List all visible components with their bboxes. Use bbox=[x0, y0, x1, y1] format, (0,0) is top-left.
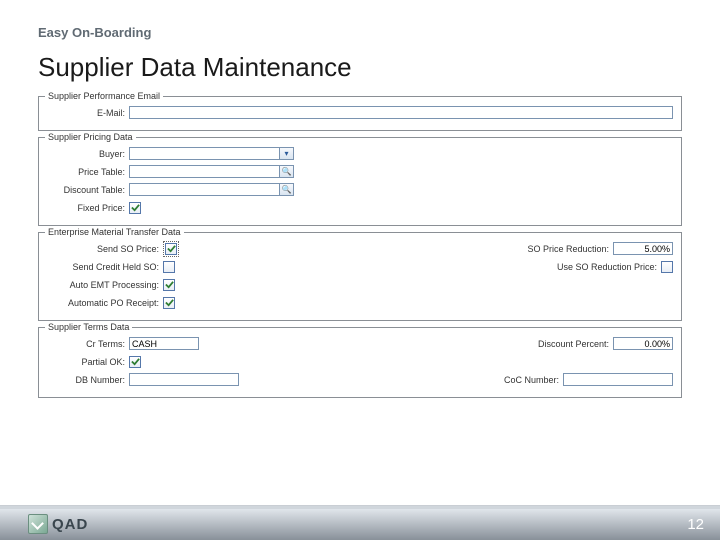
cr-terms-field[interactable] bbox=[129, 337, 199, 350]
page-number: 12 bbox=[687, 516, 704, 533]
buyer-field[interactable] bbox=[129, 147, 279, 160]
legend-emt: Enterprise Material Transfer Data bbox=[45, 227, 184, 237]
use-so-reduction-checkbox[interactable] bbox=[661, 261, 673, 273]
fieldset-supplier-pricing: Supplier Pricing Data Buyer: ▾ Price Tab… bbox=[38, 137, 682, 226]
discount-table-field[interactable] bbox=[129, 183, 279, 196]
label-so-price-reduction: SO Price Reduction: bbox=[527, 244, 613, 254]
form-area: Supplier Performance Email E-Mail: Suppl… bbox=[38, 96, 682, 404]
auto-po-receipt-checkbox[interactable] bbox=[163, 297, 175, 309]
fieldset-supplier-terms: Supplier Terms Data Cr Terms: Partial OK… bbox=[38, 327, 682, 398]
discount-table-lookup-button[interactable]: 🔍 bbox=[279, 183, 294, 196]
label-coc-number: CoC Number: bbox=[504, 375, 563, 385]
check-icon bbox=[165, 298, 174, 307]
slide-footer: QAD 12 bbox=[0, 505, 720, 540]
email-field[interactable] bbox=[129, 106, 673, 119]
label-buyer: Buyer: bbox=[47, 149, 129, 159]
label-send-credit-held-so: Send Credit Held SO: bbox=[47, 262, 163, 272]
focus-ring bbox=[163, 241, 179, 257]
fieldset-emt-data: Enterprise Material Transfer Data Send S… bbox=[38, 232, 682, 321]
fixed-price-checkbox[interactable] bbox=[129, 202, 141, 214]
so-price-reduction-field[interactable] bbox=[613, 242, 673, 255]
label-cr-terms: Cr Terms: bbox=[47, 339, 129, 349]
price-table-lookup-button[interactable]: 🔍 bbox=[279, 165, 294, 178]
send-credit-held-so-checkbox[interactable] bbox=[163, 261, 175, 273]
legend-pricing: Supplier Pricing Data bbox=[45, 132, 136, 142]
chevron-down-icon: ▾ bbox=[284, 149, 288, 158]
label-send-so-price: Send SO Price: bbox=[47, 244, 163, 254]
db-number-field[interactable] bbox=[129, 373, 239, 386]
buyer-dropdown-button[interactable]: ▾ bbox=[279, 147, 294, 160]
label-discount-percent: Discount Percent: bbox=[538, 339, 613, 349]
kicker-text: Easy On-Boarding bbox=[38, 25, 151, 40]
search-icon: 🔍 bbox=[282, 167, 292, 176]
qad-logo-icon bbox=[28, 514, 48, 534]
label-fixed-price: Fixed Price: bbox=[47, 203, 129, 213]
discount-percent-field[interactable] bbox=[613, 337, 673, 350]
auto-emt-checkbox[interactable] bbox=[163, 279, 175, 291]
send-so-price-checkbox[interactable] bbox=[165, 243, 177, 255]
label-discount-table: Discount Table: bbox=[47, 185, 129, 195]
footer-accent-bar bbox=[0, 506, 720, 509]
legend-perf-email: Supplier Performance Email bbox=[45, 91, 163, 101]
label-auto-po-receipt: Automatic PO Receipt: bbox=[47, 298, 163, 308]
partial-ok-checkbox[interactable] bbox=[129, 356, 141, 368]
brand-text: QAD bbox=[52, 516, 88, 533]
label-db-number: DB Number: bbox=[47, 375, 129, 385]
check-icon bbox=[131, 203, 140, 212]
price-table-field[interactable] bbox=[129, 165, 279, 178]
label-email: E-Mail: bbox=[47, 108, 129, 118]
check-icon bbox=[165, 280, 174, 289]
label-use-so-reduction: Use SO Reduction Price: bbox=[557, 262, 661, 272]
coc-number-field[interactable] bbox=[563, 373, 673, 386]
check-icon bbox=[131, 357, 140, 366]
label-auto-emt: Auto EMT Processing: bbox=[47, 280, 163, 290]
check-icon bbox=[167, 244, 176, 253]
search-icon: 🔍 bbox=[282, 185, 292, 194]
page-title: Supplier Data Maintenance bbox=[38, 52, 352, 83]
legend-terms: Supplier Terms Data bbox=[45, 322, 132, 332]
fieldset-supplier-performance-email: Supplier Performance Email E-Mail: bbox=[38, 96, 682, 131]
brand-logo: QAD bbox=[28, 514, 88, 534]
label-partial-ok: Partial OK: bbox=[47, 357, 129, 367]
label-price-table: Price Table: bbox=[47, 167, 129, 177]
